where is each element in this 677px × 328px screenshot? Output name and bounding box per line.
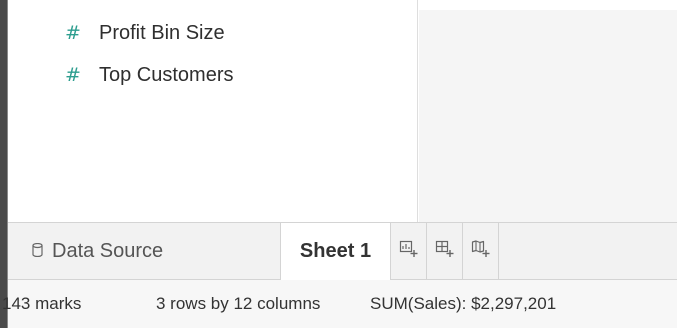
window-left-border bbox=[0, 0, 8, 328]
tab-label: Sheet 1 bbox=[299, 240, 372, 262]
new-story-icon bbox=[471, 240, 491, 263]
status-bar: 143 marks 3 rows by 12 columns SUM(Sales… bbox=[2, 280, 677, 328]
status-dimensions: 3 rows by 12 columns bbox=[156, 294, 321, 313]
new-dashboard-icon bbox=[435, 240, 455, 263]
tab-data-source[interactable]: Data Source bbox=[8, 223, 281, 280]
sheet-tabs-bar: Data Source Sheet 1 bbox=[8, 222, 677, 280]
worksheet-canvas bbox=[419, 10, 677, 222]
database-icon bbox=[32, 242, 52, 261]
new-worksheet-icon bbox=[399, 240, 419, 263]
status-marks: 143 marks bbox=[2, 294, 82, 313]
new-worksheet-button[interactable] bbox=[391, 223, 427, 280]
data-pane: # Profit Bin Size # Top Customers bbox=[8, 0, 418, 222]
field-name: Profit Bin Size bbox=[99, 21, 225, 44]
new-dashboard-button[interactable] bbox=[427, 223, 463, 280]
measure-hash-icon: # bbox=[65, 21, 81, 44]
tab-label: Data Source bbox=[52, 240, 164, 262]
field-name: Top Customers bbox=[99, 63, 234, 86]
measure-hash-icon: # bbox=[65, 63, 81, 86]
new-story-button[interactable] bbox=[463, 223, 499, 280]
field-top-customers[interactable]: # Top Customers bbox=[65, 63, 234, 87]
field-profit-bin-size[interactable]: # Profit Bin Size bbox=[65, 21, 225, 45]
status-sum-sales: SUM(Sales): $2,297,201 bbox=[370, 294, 557, 313]
tab-sheet-1[interactable]: Sheet 1 bbox=[281, 223, 391, 280]
